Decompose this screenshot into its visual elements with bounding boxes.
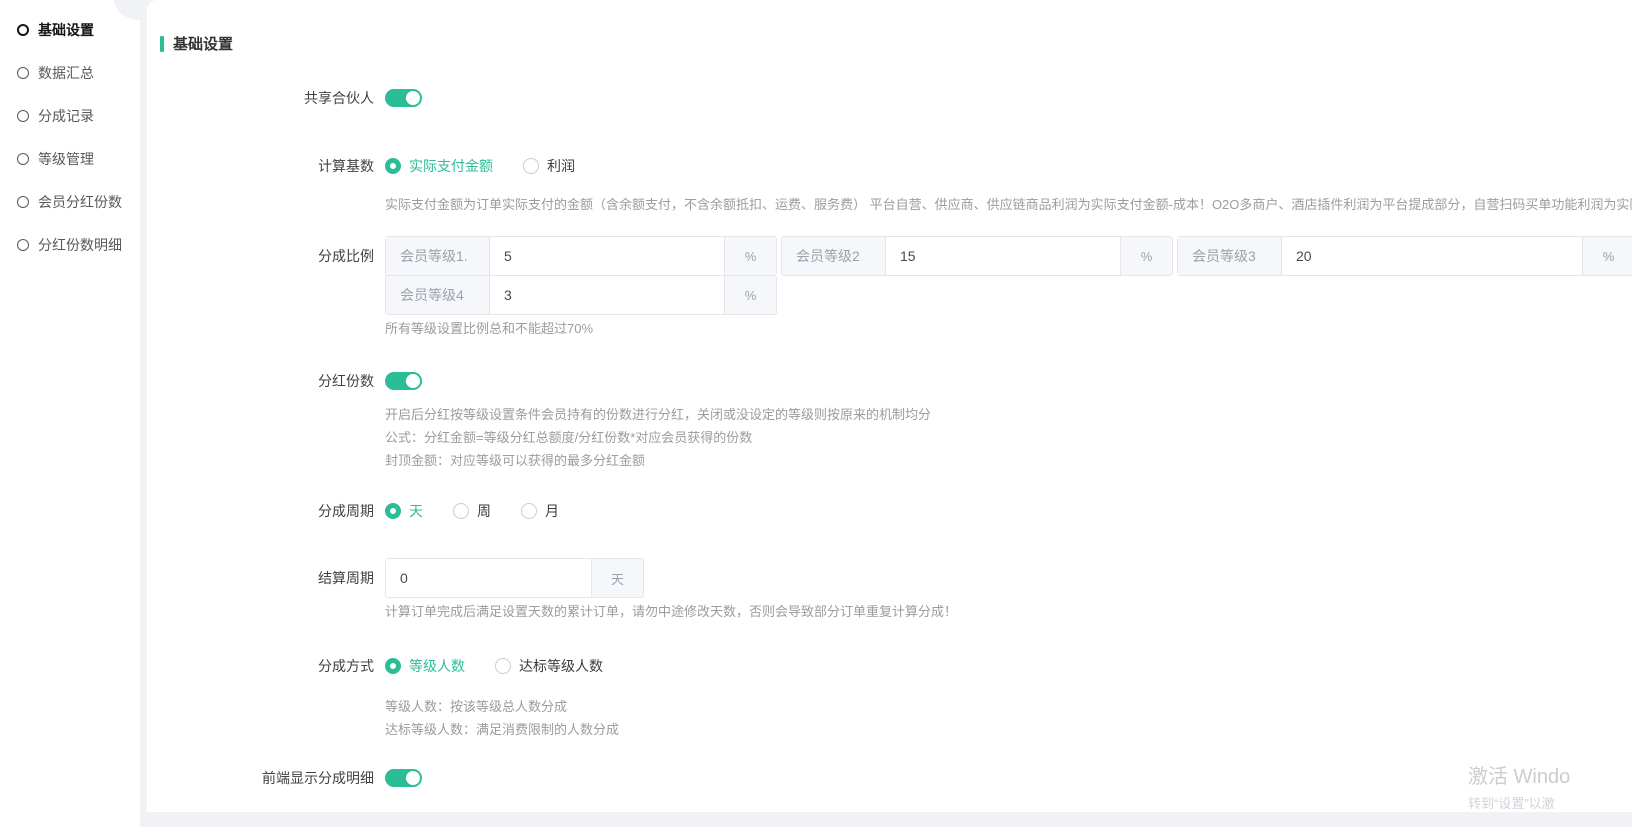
- share-method-row: 分成方式 等级人数 达标等级人数 等级人数：按该等级总人数分成: [160, 657, 1632, 741]
- settings-sidebar: 基础设置 数据汇总 分成记录 等级管理 会员分红份数 分红份数明细: [0, 0, 140, 827]
- radio-selected-icon: [385, 658, 401, 674]
- radio-cycle-day[interactable]: 天: [385, 501, 423, 521]
- sidebar-item-member-dividend-shares[interactable]: 会员分红份数: [0, 180, 140, 223]
- sidebar-menu: 基础设置 数据汇总 分成记录 等级管理 会员分红份数 分红份数明细: [0, 0, 140, 266]
- share-cycle-label: 分成周期: [160, 502, 385, 520]
- radio-unselected-icon: [523, 158, 539, 174]
- front-display-toggle[interactable]: [385, 769, 422, 787]
- ratio-level4-prefix: 会员等级4: [386, 276, 490, 314]
- ratio-level1-input[interactable]: [490, 237, 724, 275]
- settle-cycle-input[interactable]: [386, 559, 591, 597]
- share-cycle-row: 分成周期 天 周 月: [160, 502, 1632, 520]
- radio-label: 实际支付金额: [409, 156, 493, 176]
- circle-icon: [17, 153, 29, 165]
- sidebar-item-level-management[interactable]: 等级管理: [0, 137, 140, 180]
- radio-unselected-icon: [453, 503, 469, 519]
- circle-icon: [17, 239, 29, 251]
- radio-label: 等级人数: [409, 656, 465, 676]
- sidebar-item-data-summary[interactable]: 数据汇总: [0, 51, 140, 94]
- sidebar-item-label: 等级管理: [38, 149, 94, 169]
- calc-base-label: 计算基数: [160, 157, 385, 175]
- ratio-level3-group: 会员等级3 %: [1177, 236, 1632, 276]
- ratio-level1-prefix: 会员等级1.: [386, 237, 490, 275]
- dividend-shares-toggle[interactable]: [385, 372, 422, 390]
- radio-label: 利润: [547, 156, 575, 176]
- share-partner-toggle[interactable]: [385, 89, 422, 107]
- share-partner-label: 共享合伙人: [160, 89, 385, 107]
- title-accent-bar: [160, 36, 164, 52]
- sidebar-item-label: 分红份数明细: [38, 235, 122, 255]
- sidebar-item-label: 分成记录: [38, 106, 94, 126]
- sidebar-item-share-records[interactable]: 分成记录: [0, 94, 140, 137]
- ratio-level2-prefix: 会员等级2: [782, 237, 886, 275]
- ratio-level2-input[interactable]: [886, 237, 1120, 275]
- method-desc-line: 达标等级人数：满足消费限制的人数分成: [385, 718, 1632, 741]
- sidebar-item-label: 数据汇总: [38, 63, 94, 83]
- dividend-desc-line: 公式：分红金额=等级分红总额度/分红份数*对应会员获得的份数: [385, 426, 1632, 449]
- share-partner-row: 共享合伙人: [160, 89, 1632, 107]
- percent-suffix: %: [1582, 237, 1632, 275]
- circle-icon: [17, 110, 29, 122]
- radio-selected-icon: [385, 158, 401, 174]
- ratio-level1-group: 会员等级1. %: [385, 236, 777, 276]
- percent-suffix: %: [724, 276, 776, 314]
- dividend-shares-label: 分红份数: [160, 372, 385, 390]
- settings-panel: 基础设置 共享合伙人 计算基数 实际支付金额: [147, 0, 1632, 812]
- day-suffix: 天: [591, 559, 643, 597]
- front-display-label: 前端显示分成明细: [160, 769, 385, 787]
- ratio-level2-group: 会员等级2 %: [781, 236, 1173, 276]
- radio-selected-icon: [385, 503, 401, 519]
- radio-label: 天: [409, 501, 423, 521]
- settle-cycle-group: 天: [385, 558, 644, 598]
- method-desc-line: 等级人数：按该等级总人数分成: [385, 695, 1632, 718]
- ratio-level3-input[interactable]: [1282, 237, 1582, 275]
- radio-level-headcount[interactable]: 等级人数: [385, 656, 465, 676]
- sidebar-item-dividend-share-details[interactable]: 分红份数明细: [0, 223, 140, 266]
- dividend-desc-line: 开启后分红按等级设置条件会员持有的份数进行分红，关闭或没设定的等级则按原来的机制…: [385, 403, 1632, 426]
- section-title: 基础设置: [160, 33, 1632, 54]
- sidebar-item-label: 会员分红份数: [38, 192, 122, 212]
- settle-cycle-row: 结算周期 天 计算订单完成后满足设置天数的累计订单，请勿中途修改天数，否则会导致…: [160, 558, 1632, 619]
- radio-label: 月: [545, 501, 559, 521]
- radio-label: 周: [477, 501, 491, 521]
- sidebar-item-basic-settings[interactable]: 基础设置: [0, 8, 140, 51]
- percent-suffix: %: [724, 237, 776, 275]
- radio-actual-paid-amount[interactable]: 实际支付金额: [385, 156, 493, 176]
- dividend-desc-line: 封顶金额：对应等级可以获得的最多分红金额: [385, 449, 1632, 472]
- share-ratio-label: 分成比例: [160, 236, 385, 276]
- radio-label: 达标等级人数: [519, 656, 603, 676]
- dividend-shares-row: 分红份数 开启后分红按等级设置条件会员持有的份数进行分红，关闭或没设定的等级则按…: [160, 372, 1632, 472]
- ratio-note: 所有等级设置比例总和不能超过70%: [385, 321, 1632, 336]
- settle-cycle-description: 计算订单完成后满足设置天数的累计订单，请勿中途修改天数，否则会导致部分订单重复计…: [385, 604, 1632, 619]
- radio-cycle-month[interactable]: 月: [521, 501, 559, 521]
- share-ratio-row: 分成比例 会员等级1. % 会员等级2 %: [160, 236, 1632, 336]
- radio-cycle-week[interactable]: 周: [453, 501, 491, 521]
- circle-icon: [17, 67, 29, 79]
- front-display-row: 前端显示分成明细: [160, 769, 1632, 787]
- circle-icon: [17, 24, 29, 36]
- percent-suffix: %: [1120, 237, 1172, 275]
- radio-unselected-icon: [495, 658, 511, 674]
- radio-profit[interactable]: 利润: [523, 156, 575, 176]
- sidebar-item-label: 基础设置: [38, 20, 94, 40]
- ratio-level3-prefix: 会员等级3: [1178, 237, 1282, 275]
- circle-icon: [17, 196, 29, 208]
- share-method-label: 分成方式: [160, 657, 385, 675]
- ratio-level4-group: 会员等级4 %: [385, 275, 777, 315]
- ratio-level4-input[interactable]: [490, 276, 724, 314]
- calc-base-row: 计算基数 实际支付金额 利润 实际支付金额为订单实际支付的金额（含余额支付，不含…: [160, 157, 1632, 212]
- calc-base-description: 实际支付金额为订单实际支付的金额（含余额支付，不含余额抵扣、运费、服务费） 平台…: [385, 197, 1632, 212]
- settle-cycle-label: 结算周期: [160, 558, 385, 598]
- page-title: 基础设置: [173, 33, 233, 54]
- radio-unselected-icon: [521, 503, 537, 519]
- radio-qualified-headcount[interactable]: 达标等级人数: [495, 656, 603, 676]
